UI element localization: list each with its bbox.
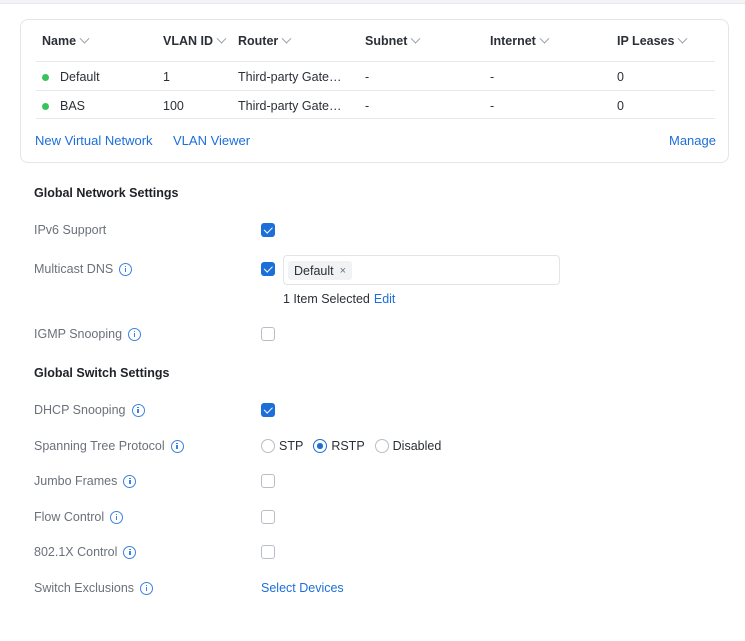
radio-label: STP — [279, 439, 304, 453]
label-text: Switch Exclusions — [34, 581, 135, 595]
edit-link[interactable]: Edit — [374, 292, 396, 306]
radio-label: RSTP — [331, 439, 365, 453]
column-header-name[interactable]: Name — [42, 33, 90, 48]
flow-control-label: Flow Control — [34, 510, 124, 524]
status-dot-icon — [42, 103, 49, 110]
selected-count: 1 Item Selected Edit — [283, 292, 395, 306]
spanning-tree-radio-group: STP RSTP Disabled — [261, 439, 451, 453]
label-text: IPv6 Support — [34, 223, 107, 237]
tag-label: Default — [294, 263, 334, 278]
jumbo-frames-checkbox[interactable] — [261, 474, 275, 488]
multicast-dns-checkbox[interactable] — [261, 262, 275, 276]
igmp-snooping-label: IGMP Snooping — [34, 327, 142, 341]
vlan-id: 1 — [163, 70, 170, 84]
multicast-dns-label: Multicast DNS — [34, 262, 133, 276]
disabled-radio[interactable]: Disabled — [374, 439, 442, 453]
chevron-down-icon — [281, 33, 292, 44]
info-icon[interactable] — [119, 262, 133, 276]
info-icon[interactable] — [128, 327, 142, 341]
info-icon[interactable] — [140, 581, 154, 595]
table-row[interactable]: Default 1 Third-party Gate… - - 0 — [36, 61, 715, 90]
switch-exclusions-label: Switch Exclusions — [34, 581, 154, 595]
column-header-label: Subnet — [365, 34, 408, 48]
global-network-settings-title: Global Network Settings — [34, 186, 179, 200]
chevron-down-icon — [539, 33, 550, 44]
status-dot-icon — [42, 74, 49, 81]
top-divider — [0, 0, 745, 4]
manage-link[interactable]: Manage — [669, 133, 716, 148]
router: Third-party Gate… — [238, 70, 342, 84]
internet: - — [490, 99, 495, 113]
column-header-subnet[interactable]: Subnet — [365, 33, 421, 48]
radio-circle — [261, 439, 275, 453]
internet: - — [490, 70, 495, 84]
radio-label: Disabled — [392, 439, 442, 453]
ip-leases: 0 — [617, 99, 624, 113]
ip-leases: 0 — [617, 70, 624, 84]
selected-count-text: 1 Item Selected — [283, 292, 370, 306]
router: Third-party Gate… — [238, 99, 342, 113]
dhcp-snooping-checkbox[interactable] — [261, 403, 275, 417]
column-header-vlan-id[interactable]: VLAN ID — [163, 33, 227, 48]
column-header-label: Router — [238, 34, 279, 48]
dot1x-control-label: 802.1X Control — [34, 545, 137, 559]
info-icon[interactable] — [170, 439, 184, 453]
info-icon[interactable] — [123, 474, 137, 488]
table-row[interactable]: BAS 100 Third-party Gate… - - 0 — [36, 90, 715, 119]
igmp-snooping-checkbox[interactable] — [261, 327, 275, 341]
label-text: Multicast DNS — [34, 262, 114, 276]
subnet: - — [365, 99, 370, 113]
vlan-viewer-link[interactable]: VLAN Viewer — [173, 133, 250, 148]
info-icon[interactable] — [123, 545, 137, 559]
label-text: IGMP Snooping — [34, 327, 123, 341]
remove-tag-icon[interactable]: × — [340, 265, 346, 277]
flow-control-checkbox[interactable] — [261, 510, 275, 524]
chevron-down-icon — [216, 33, 227, 44]
column-header-internet[interactable]: Internet — [490, 33, 550, 48]
label-text: Flow Control — [34, 510, 105, 524]
info-icon[interactable] — [110, 510, 124, 524]
network-name: BAS — [60, 99, 86, 113]
subnet: - — [365, 70, 370, 84]
info-icon[interactable] — [131, 403, 145, 417]
chevron-down-icon — [410, 33, 421, 44]
chevron-down-icon — [79, 33, 90, 44]
column-header-router[interactable]: Router — [238, 33, 292, 48]
chevron-down-icon — [678, 33, 688, 44]
dot1x-control-checkbox[interactable] — [261, 545, 275, 559]
label-text: 802.1X Control — [34, 545, 118, 559]
label-text: DHCP Snooping — [34, 403, 126, 417]
ipv6-support-checkbox[interactable] — [261, 223, 275, 237]
network-name: Default — [60, 70, 100, 84]
global-switch-settings-title: Global Switch Settings — [34, 366, 170, 380]
multicast-dns-network-select[interactable]: Default × — [283, 255, 560, 285]
column-header-label: Name — [42, 34, 77, 48]
new-virtual-network-link[interactable]: New Virtual Network — [35, 133, 153, 148]
radio-circle — [374, 439, 389, 453]
label-text: Spanning Tree Protocol — [34, 439, 165, 453]
dhcp-snooping-label: DHCP Snooping — [34, 403, 145, 417]
column-header-label: IP Leases — [617, 34, 675, 48]
column-header-ip-leases[interactable]: IP Leases — [617, 33, 688, 48]
ipv6-support-label: IPv6 Support — [34, 223, 106, 237]
spanning-tree-protocol-label: Spanning Tree Protocol — [34, 439, 184, 453]
select-devices-link[interactable]: Select Devices — [261, 581, 344, 595]
stp-radio[interactable]: STP — [261, 439, 303, 453]
virtual-networks-card: Name VLAN ID Router Subnet Internet IP L… — [20, 19, 729, 163]
rstp-radio[interactable]: RSTP — [313, 439, 365, 453]
network-tag: Default × — [288, 261, 353, 280]
column-header-label: Internet — [490, 34, 536, 48]
label-text: Jumbo Frames — [34, 474, 118, 488]
jumbo-frames-label: Jumbo Frames — [34, 474, 137, 488]
vlan-id: 100 — [163, 99, 184, 113]
radio-circle-selected — [313, 439, 328, 453]
column-header-label: VLAN ID — [163, 34, 213, 48]
